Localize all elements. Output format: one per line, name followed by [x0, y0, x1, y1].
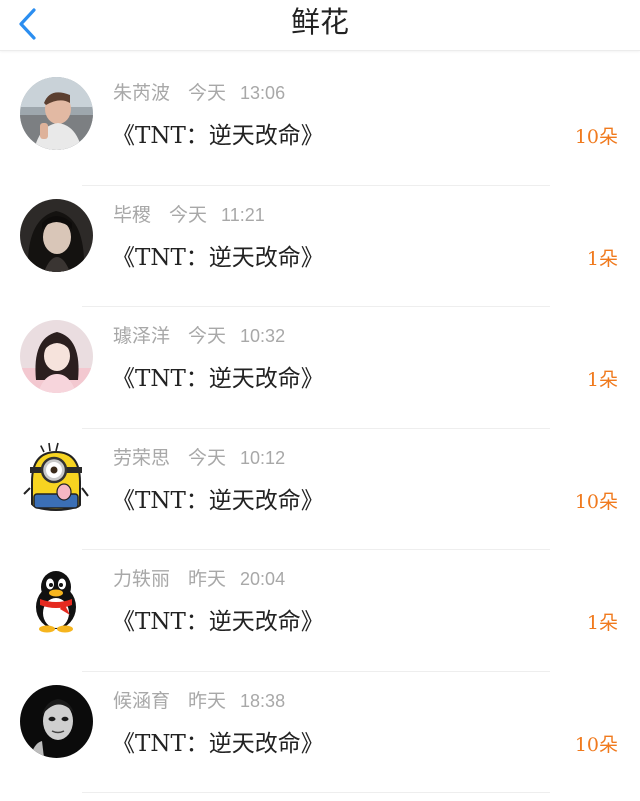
book-title[interactable]: 《TNT：逆天改命》 [112, 238, 324, 272]
sender-name[interactable]: 劳荣思 [113, 443, 170, 470]
book-title[interactable]: 《TNT：逆天改命》 [112, 481, 324, 515]
item-meta: 候涵育 昨天 18:38 [113, 686, 285, 713]
list-item[interactable]: 朱芮波 今天 13:06 《TNT：逆天改命》 10朵 [0, 64, 640, 186]
date-label: 今天 [188, 82, 227, 104]
flower-list: 朱芮波 今天 13:06 《TNT：逆天改命》 10朵 毕稷 今天 11:21 《TNT… [0, 64, 640, 793]
flower-count: 10朵 [574, 126, 618, 148]
time-label: 11:21 [221, 204, 265, 225]
item-meta: 劳荣思 今天 10:12 [113, 443, 285, 470]
photo-girl-dark-avatar[interactable] [20, 198, 93, 272]
time-label: 18:38 [240, 690, 286, 711]
date-label: 今天 [169, 203, 208, 226]
time-label: 10:12 [240, 447, 286, 468]
time-label: 10:32 [240, 326, 286, 346]
sender-name[interactable]: 毕稷 [113, 200, 151, 227]
book-title[interactable]: 《TNT：逆天改命》 [112, 724, 324, 758]
item-meta: 璩泽洋 今天 10:32 [113, 321, 285, 348]
page-title: 鲜花 [290, 5, 349, 39]
book-title[interactable]: 《TNT：逆天改命》 [112, 602, 324, 636]
photo-dark-face-avatar[interactable] [20, 684, 93, 758]
date-label: 今天 [188, 325, 227, 347]
photo-girl-pink-avatar[interactable] [20, 320, 93, 393]
date-label: 昨天 [188, 689, 227, 712]
qq-penguin-avatar[interactable] [20, 563, 93, 636]
item-meta: 力轶丽 昨天 20:04 [113, 564, 285, 591]
list-item[interactable]: 毕稷 今天 11:21 《TNT：逆天改命》 1朵 [0, 186, 640, 307]
date-label: 今天 [188, 446, 227, 469]
flower-count: 1朵 [586, 369, 618, 391]
list-item[interactable]: 候涵育 昨天 18:38 《TNT：逆天改命》 10朵 [0, 672, 640, 793]
date-label: 昨天 [188, 568, 227, 590]
photo-young-man-avatar[interactable] [20, 77, 93, 150]
flower-count: 1朵 [586, 247, 618, 270]
sender-name[interactable]: 候涵育 [113, 686, 170, 713]
list-item[interactable]: 劳荣思 今天 10:12 《TNT：逆天改命》 10朵 [0, 429, 640, 550]
divider [82, 792, 550, 793]
time-label: 13:06 [240, 83, 286, 103]
book-title[interactable]: 《TNT：逆天改命》 [112, 116, 324, 150]
sender-name[interactable]: 力轶丽 [113, 564, 170, 591]
flower-count: 10朵 [574, 490, 618, 513]
time-label: 20:04 [240, 569, 286, 589]
item-meta: 朱芮波 今天 13:06 [113, 78, 285, 105]
list-item[interactable]: 璩泽洋 今天 10:32 《TNT：逆天改命》 1朵 [0, 307, 640, 429]
list-item[interactable]: 力轶丽 昨天 20:04 《TNT：逆天改命》 1朵 [0, 550, 640, 672]
item-meta: 毕稷 今天 11:21 [113, 200, 265, 227]
flower-count: 10朵 [574, 733, 618, 756]
book-title[interactable]: 《TNT：逆天改命》 [112, 359, 324, 393]
flower-count: 1朵 [586, 612, 618, 634]
sender-name[interactable]: 璩泽洋 [113, 321, 170, 348]
top-bar: 鲜花 [0, 0, 640, 51]
sender-name[interactable]: 朱芮波 [113, 78, 170, 105]
minion-avatar[interactable] [20, 441, 93, 515]
